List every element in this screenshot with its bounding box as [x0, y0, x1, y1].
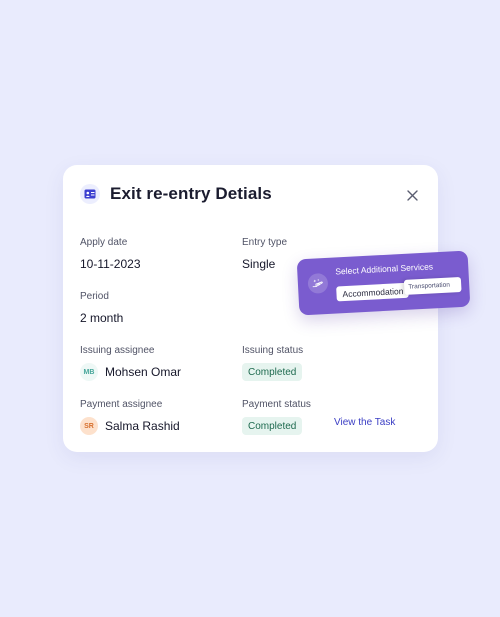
- issuing-status-label: Issuing status: [242, 345, 304, 356]
- service-option-transportation[interactable]: Transportation: [403, 276, 462, 295]
- issuing-assignee-label: Issuing assignee: [80, 345, 155, 356]
- entry-type-value: Single: [242, 257, 276, 271]
- close-icon: [406, 189, 418, 201]
- hand-sparkle-icon: [307, 272, 329, 294]
- issuing-assignee-name: Mohsen Omar: [105, 365, 182, 379]
- id-card-icon: [80, 184, 100, 204]
- additional-services-popup: Select Additional Services Accommodation…: [296, 250, 471, 316]
- view-task-link[interactable]: View the Task: [334, 417, 395, 428]
- payment-assignee-name: Salma Rashid: [105, 419, 180, 433]
- avatar: MB: [80, 363, 98, 381]
- issuing-status-badge: Completed: [242, 363, 303, 381]
- entry-type-label: Entry type: [242, 237, 288, 248]
- service-option-accommodation[interactable]: Accommodation: [336, 282, 409, 302]
- payment-status-badge: Completed: [242, 417, 303, 435]
- issuing-assignee: MB Mohsen Omar: [80, 363, 181, 381]
- period-value: 2 month: [80, 311, 124, 325]
- apply-date-value: 10-11-2023: [80, 257, 141, 271]
- payment-status-label: Payment status: [242, 399, 311, 410]
- period-label: Period: [80, 291, 109, 302]
- avatar: SR: [80, 417, 98, 435]
- apply-date-label: Apply date: [80, 237, 128, 248]
- payment-assignee-label: Payment assignee: [80, 399, 163, 410]
- services-popup-title: Select Additional Services: [335, 261, 434, 277]
- close-button[interactable]: [403, 186, 421, 204]
- payment-assignee: SR Salma Rashid: [80, 417, 180, 435]
- dialog-title: Exit re-entry Detials: [110, 184, 272, 203]
